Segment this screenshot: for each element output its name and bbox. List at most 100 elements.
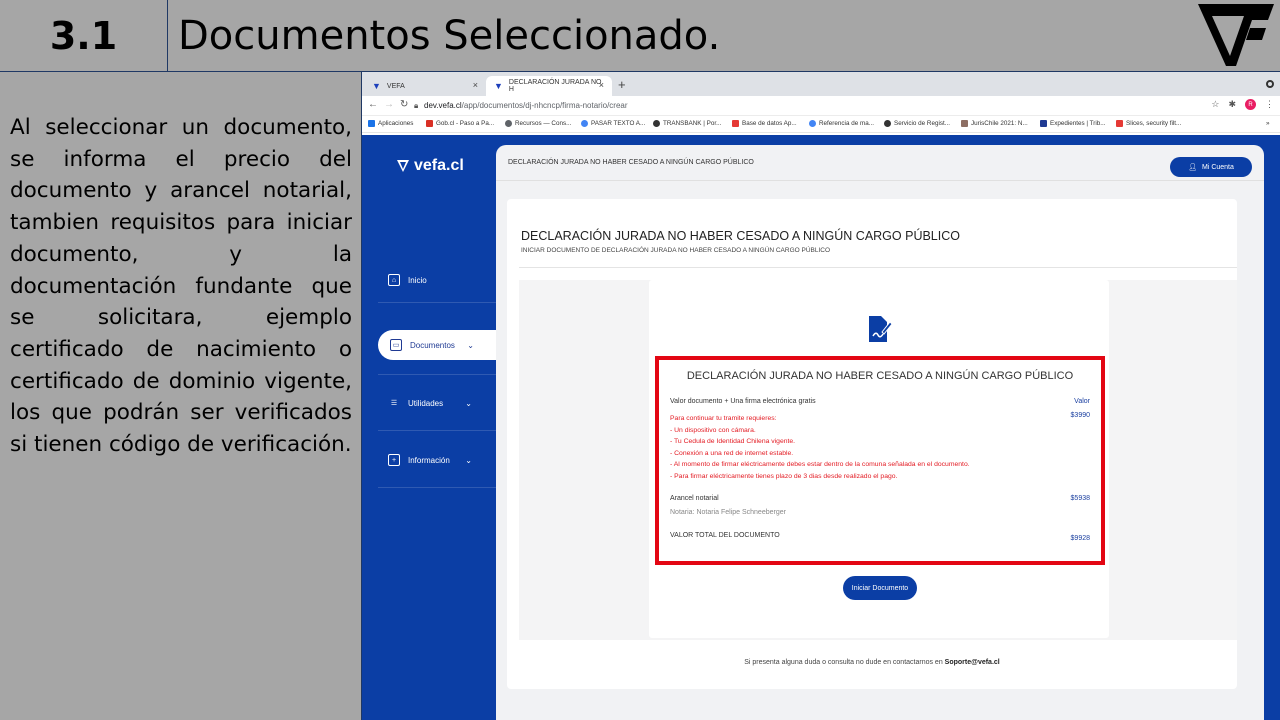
- requirement-item: - Para firmar eléctricamente tienes plaz…: [670, 472, 898, 480]
- home-icon: ⌂: [388, 274, 400, 286]
- list-icon: ☰: [390, 400, 398, 407]
- chevron-down-icon: ⌄: [465, 398, 472, 408]
- bookmark-item[interactable]: Aplicaciones: [368, 120, 413, 127]
- bookmark-label: Gob.cl - Paso a Pa...: [436, 120, 495, 127]
- bookmark-item[interactable]: Expedientes | Trib...: [1040, 120, 1106, 127]
- logo-text: vefa.cl: [414, 157, 464, 174]
- favicon-icon: [884, 120, 891, 127]
- support-footer: Si presenta alguna duda o consulta no du…: [507, 659, 1237, 666]
- document-card: DECLARACIÓN JURADA NO HABER CESADO A NIN…: [507, 199, 1237, 689]
- valor-row: Valor documento + Una firma electrónica …: [670, 398, 1090, 405]
- vefa-logo-icon: [397, 160, 409, 172]
- bookmark-item[interactable]: PASAR TEXTO A...: [581, 120, 645, 127]
- bookmarks-more[interactable]: »: [1266, 120, 1270, 127]
- divider: [519, 267, 1237, 268]
- iniciar-documento-button[interactable]: Iniciar Documento: [843, 576, 917, 600]
- divider: [378, 430, 496, 431]
- url-host: dev.vefa.cl: [424, 101, 462, 110]
- back-icon[interactable]: ←: [368, 99, 378, 110]
- arancel-label: Arancel notarial: [670, 495, 719, 502]
- arancel-row: Arancel notarial $5938: [670, 495, 1090, 502]
- requirements-list: Para continuar tu tramite requieres: - U…: [670, 413, 970, 483]
- bookmark-item[interactable]: Recursos — Cons...: [505, 120, 571, 127]
- favicon-icon: [581, 120, 588, 127]
- tab-declaracion[interactable]: ▼ DECLARACIÓN JURADA NO H ×: [486, 76, 612, 96]
- favicon-icon: [732, 120, 739, 127]
- bookmark-item[interactable]: Slices, security filt...: [1116, 120, 1181, 127]
- reload-icon[interactable]: ↻: [400, 99, 408, 110]
- bookmark-item[interactable]: JurisChile 2021: N...: [961, 120, 1028, 127]
- main-content: DECLARACIÓN JURADA NO HABER CESADO A NIN…: [496, 145, 1264, 720]
- slide-title: Documentos Seleccionado.: [178, 13, 721, 59]
- bookmark-label: Recursos — Cons...: [515, 120, 572, 127]
- url-path: /app/documentos/dj-nhcncp/firma-notario/…: [461, 101, 628, 110]
- slide: 3.1 Documentos Seleccionado. Al seleccio…: [0, 0, 1280, 720]
- sidebar-item-informacion[interactable]: + Información ⌄: [376, 445, 494, 475]
- requirement-item: - Un dispositivo con cámara.: [670, 426, 756, 434]
- favicon-icon: [961, 120, 968, 127]
- bookmark-item[interactable]: TRANSBANK | Por...: [653, 120, 721, 127]
- sidebar-item-documentos[interactable]: ▭ Documentos ⌄: [378, 330, 496, 360]
- description-text: Al seleccionar un documento, se informa …: [10, 115, 352, 458]
- address-bar: ← → ↻ 🔒︎ dev.vefa.cl/app/documentos/dj-n…: [362, 96, 1280, 116]
- price-summary-box: DECLARACIÓN JURADA NO HABER CESADO A NIN…: [655, 356, 1105, 565]
- favicon-icon: [426, 120, 433, 127]
- page-title: DECLARACIÓN JURADA NO HABER CESADO A NIN…: [521, 229, 960, 243]
- close-icon[interactable]: ×: [473, 80, 478, 90]
- lock-icon: 🔒︎: [414, 101, 419, 110]
- favicon-icon: [1116, 120, 1123, 127]
- new-tab-button[interactable]: +: [618, 77, 626, 92]
- sidebar-item-inicio[interactable]: ⌂ Inicio: [376, 265, 494, 295]
- top-bar: DECLARACIÓN JURADA NO HABER CESADO A NIN…: [496, 145, 1264, 181]
- bookmark-label: Base de datos Ap...: [742, 120, 797, 127]
- bookmark-label: Slices, security filt...: [1126, 120, 1182, 127]
- extensions-icon[interactable]: ✱: [1228, 99, 1236, 110]
- arancel-amount: $5938: [1070, 495, 1090, 502]
- folder-icon: ▭: [390, 339, 402, 351]
- support-email-link[interactable]: Soporte@vefa.cl: [945, 659, 1000, 666]
- description-panel: Al seleccionar un documento, se informa …: [0, 72, 362, 720]
- app-logo[interactable]: vefa.cl: [396, 157, 464, 175]
- sidebar-item-utilidades[interactable]: ☰ Utilidades ⌄: [376, 388, 494, 418]
- document-sign-icon: [869, 316, 893, 342]
- bookmark-label: PASAR TEXTO A...: [591, 120, 646, 127]
- sidebar-item-label: Utilidades: [408, 398, 444, 408]
- url-field[interactable]: dev.vefa.cl/app/documentos/dj-nhcncp/fir…: [424, 101, 628, 110]
- document-panel: DECLARACIÓN JURADA NO HABER CESADO A NIN…: [649, 280, 1109, 638]
- favicon-icon: [1040, 120, 1047, 127]
- star-icon[interactable]: ☆: [1211, 99, 1219, 110]
- title-bar: 3.1 Documentos Seleccionado.: [0, 0, 1280, 72]
- sidebar-item-label: Documentos: [410, 340, 455, 350]
- close-icon[interactable]: ×: [599, 80, 604, 90]
- tab-vefa[interactable]: ▼ VEFA ×: [364, 76, 486, 96]
- tab-search-icon[interactable]: [1266, 80, 1274, 88]
- bookmark-item[interactable]: Referencia de ma...: [809, 120, 874, 127]
- account-button[interactable]: 👤︎ Mi Cuenta: [1170, 157, 1252, 177]
- plus-square-icon: +: [388, 454, 400, 466]
- tab-bar: ▼ VEFA × ▼ DECLARACIÓN JURADA NO H × +: [362, 72, 1280, 96]
- tab-label: DECLARACIÓN JURADA NO H: [508, 79, 602, 93]
- requirement-item: - Conexión a una red de internet estable…: [670, 449, 794, 457]
- requirement-item: Para continuar tu tramite requieres:: [670, 415, 777, 422]
- favicon-icon: [505, 120, 512, 127]
- bookmark-item[interactable]: Gob.cl - Paso a Pa...: [426, 120, 494, 127]
- sidebar-item-label: Inicio: [408, 275, 427, 285]
- bookmarks-bar: Aplicaciones Gob.cl - Paso a Pa... Recur…: [362, 116, 1280, 133]
- sidebar-item-label: Información: [408, 455, 450, 465]
- forward-icon[interactable]: →: [384, 99, 394, 110]
- notaria-text: Notaria: Notaria Felipe Schneeberger: [670, 509, 786, 516]
- valor-amount: $3990: [1070, 412, 1090, 419]
- bookmark-item[interactable]: Servicio de Regist...: [884, 120, 950, 127]
- divider: [378, 302, 496, 303]
- requirement-item: - Al momento de firmar eléctricamente de…: [670, 461, 970, 469]
- menu-icon[interactable]: ⋮: [1265, 99, 1274, 110]
- requirement-item: - Tu Cedula de Identidad Chilena vigente…: [670, 438, 796, 446]
- favicon-icon: [809, 120, 816, 127]
- document-area: DECLARACIÓN JURADA NO HABER CESADO A NIN…: [519, 280, 1237, 640]
- favicon-icon: [653, 120, 660, 127]
- vefa-favicon-icon: ▼: [494, 81, 503, 91]
- bookmark-item[interactable]: Base de datos Ap...: [732, 120, 797, 127]
- bookmark-label: Servicio de Regist...: [894, 120, 950, 127]
- profile-avatar[interactable]: R: [1245, 99, 1256, 110]
- bookmark-label: JurisChile 2021: N...: [971, 120, 1028, 127]
